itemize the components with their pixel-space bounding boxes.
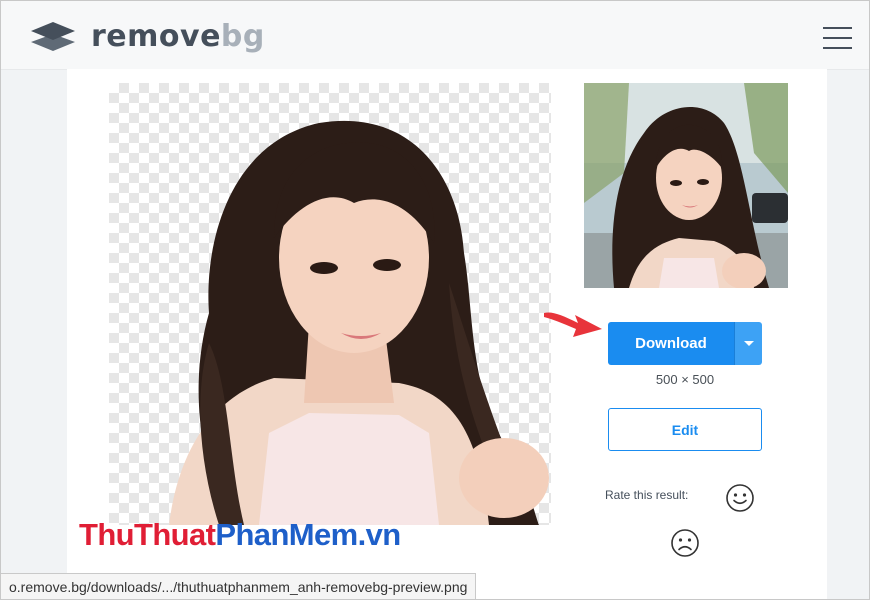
browser-viewport: removebg Download 500 × 500 Edit Rate th… <box>0 0 870 600</box>
dropdown-caret-icon <box>743 341 754 346</box>
download-button-group: Download <box>608 322 762 365</box>
watermark-part1: ThuThuat <box>79 517 216 552</box>
original-photo <box>584 83 788 288</box>
original-image-thumbnail[interactable] <box>584 83 788 288</box>
logo-text-bg: bg <box>220 19 265 54</box>
annotation-arrow-icon <box>544 312 602 337</box>
site-header: removebg <box>1 1 869 70</box>
removebg-logo[interactable]: removebg <box>29 20 265 54</box>
layers-logo-icon <box>31 22 75 51</box>
removed-background-subject <box>169 120 549 525</box>
download-button[interactable]: Download <box>608 322 734 365</box>
smiley-happy-icon[interactable] <box>725 483 755 513</box>
download-options-dropdown[interactable] <box>734 322 762 365</box>
site-watermark: ThuThuatPhanMem.vn <box>79 517 401 553</box>
image-dimensions: 500 × 500 <box>655 372 715 387</box>
logo-text-remove: remove <box>91 19 221 54</box>
link-status-bar: o.remove.bg/downloads/.../thuthuatphanme… <box>1 573 477 599</box>
watermark-part2: PhanMem.vn <box>215 517 401 552</box>
edit-button[interactable]: Edit <box>608 408 762 451</box>
logo-wordmark: removebg <box>91 20 265 54</box>
smiley-sad-icon[interactable] <box>670 528 700 558</box>
result-preview-image <box>109 83 551 525</box>
rate-result-label: Rate this result: <box>605 488 689 502</box>
hamburger-menu-icon[interactable] <box>823 27 853 49</box>
